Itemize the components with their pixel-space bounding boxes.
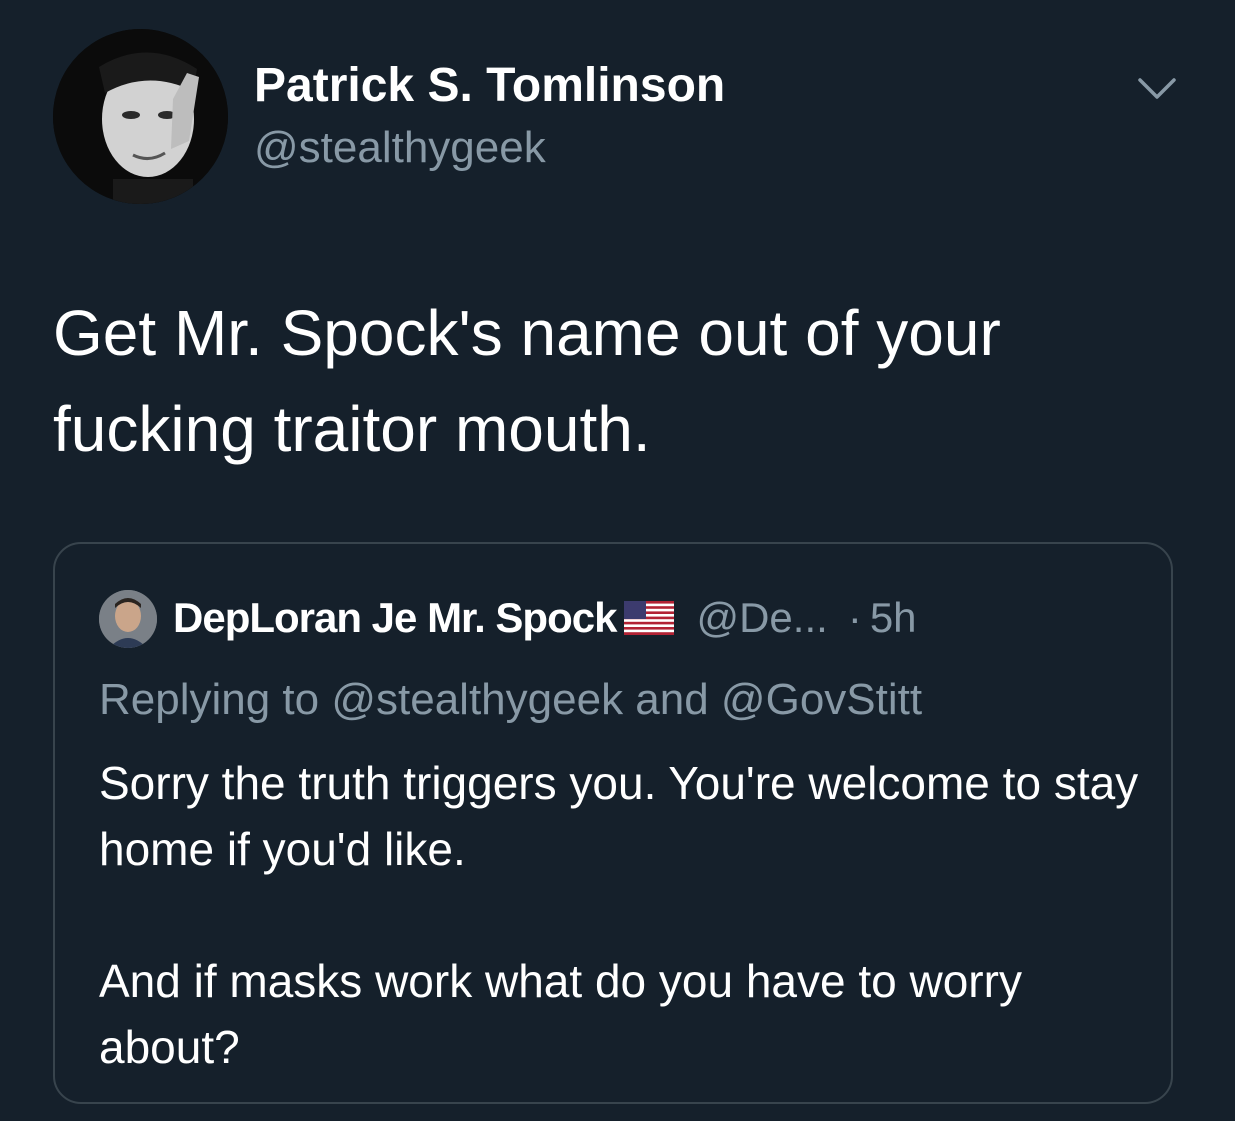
us-flag-icon bbox=[624, 601, 675, 635]
quoted-tweet-timestamp[interactable]: 5h bbox=[870, 594, 917, 642]
tweet-text: Get Mr. Spock's name out of your fucking… bbox=[53, 297, 1001, 465]
author-display-name[interactable]: Patrick S. Tomlinson bbox=[254, 56, 725, 116]
quoted-tweet-paragraph: And if masks work what do you have to wo… bbox=[99, 955, 1022, 1073]
quoted-tweet-header: DepLoran Je Mr. Spock @De... · 5h bbox=[173, 588, 917, 648]
quoted-author-avatar[interactable] bbox=[99, 590, 157, 648]
chevron-down-icon[interactable] bbox=[1132, 68, 1182, 108]
quoted-tweet-text: Sorry the truth triggers you. You're wel… bbox=[99, 750, 1139, 1080]
quoted-tweet-card[interactable]: DepLoran Je Mr. Spock @De... · 5h Replyi… bbox=[53, 542, 1173, 1104]
separator-dot: · bbox=[847, 594, 862, 641]
author-avatar[interactable] bbox=[53, 29, 228, 204]
author-handle[interactable]: @stealthygeek bbox=[254, 120, 546, 176]
replying-to-text: Replying to @stealthygeek and @GovStitt bbox=[99, 675, 923, 724]
quoted-author-handle[interactable]: @De... bbox=[696, 594, 827, 642]
quoted-tweet-paragraph: Sorry the truth triggers you. You're wel… bbox=[99, 757, 1139, 875]
quoted-author-display-name[interactable]: DepLoran Je Mr. Spock bbox=[173, 594, 617, 642]
